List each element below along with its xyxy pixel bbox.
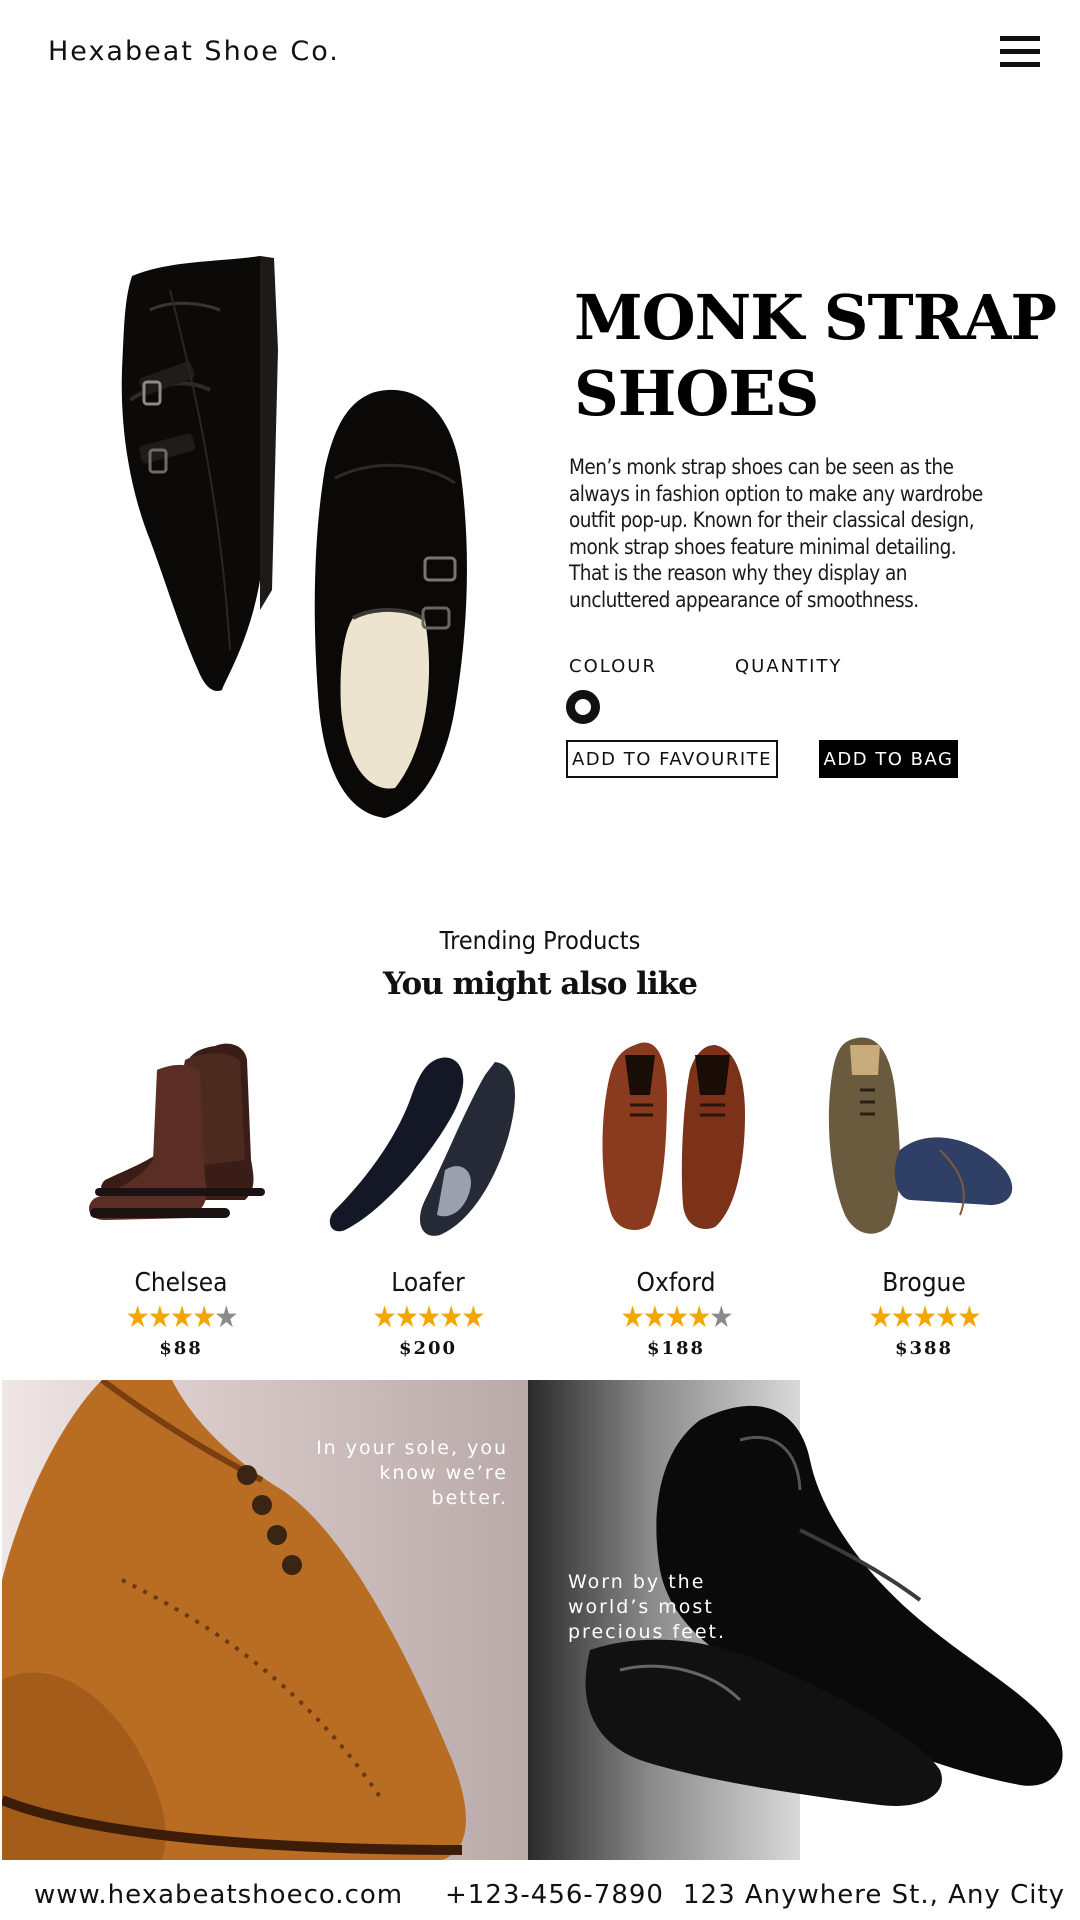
star-icon: ★★★★: [620, 1300, 712, 1335]
footer-website-link[interactable]: www.hexabeatshoeco.com: [34, 1880, 403, 1910]
add-to-favourite-button[interactable]: ADD TO FAVOURITE: [566, 740, 778, 778]
product-title-line-2: SHOES: [574, 357, 819, 430]
product-image-brogue[interactable]: [820, 1030, 1030, 1240]
product-title-line-1: MONK STRAP: [574, 281, 1057, 354]
product-image-chelsea[interactable]: [65, 1040, 305, 1230]
star-icon: ★★★★★: [372, 1300, 486, 1335]
product-image-oxford[interactable]: [595, 1035, 755, 1235]
rating-stars-brogue: ★★★★★: [801, 1300, 1047, 1335]
right-quote-line-3: precious feet.: [568, 1621, 727, 1643]
product-description: Men’s monk strap shoes can be seen as th…: [569, 455, 983, 612]
brand-name[interactable]: Hexabeat Shoe Co.: [48, 36, 340, 67]
star-empty-icon: ★: [214, 1300, 238, 1335]
product-name-brogue[interactable]: Brogue: [813, 1268, 1034, 1298]
footer-address: 123 Anywhere St., Any City: [683, 1880, 1066, 1910]
right-banner-quote: Worn by the world’s most precious feet.: [568, 1570, 726, 1645]
trending-title: You might also like: [383, 966, 698, 1002]
footer-phone[interactable]: +123-456-7890: [445, 1880, 664, 1910]
left-quote-line-2: know we’re: [379, 1462, 508, 1484]
right-quote-line-2: world’s most: [568, 1596, 714, 1618]
add-to-bag-button[interactable]: ADD TO BAG: [819, 740, 958, 778]
product-name-loafer[interactable]: Loafer: [317, 1268, 538, 1298]
right-quote-line-1: Worn by the: [568, 1571, 706, 1593]
left-quote-line-1: In your sole, you: [316, 1437, 508, 1459]
hamburger-icon[interactable]: [1000, 36, 1040, 68]
monk-strap-shoes-image: [121, 256, 467, 818]
product-price-loafer: $200: [398, 1338, 458, 1359]
rating-stars-chelsea: ★★★★★: [58, 1300, 304, 1335]
product-name-oxford[interactable]: Oxford: [565, 1268, 786, 1298]
rating-stars-oxford: ★★★★★: [553, 1300, 799, 1335]
product-price-brogue: $388: [894, 1338, 954, 1359]
star-icon: ★★★★: [125, 1300, 217, 1335]
product-image-loafer[interactable]: [325, 1050, 525, 1240]
star-icon: ★★★★★: [868, 1300, 982, 1335]
left-banner-quote: In your sole, you know we’re better.: [316, 1436, 508, 1511]
product-price-oxford: $188: [646, 1338, 706, 1359]
star-empty-icon: ★: [709, 1300, 733, 1335]
rating-stars-loafer: ★★★★★: [305, 1300, 551, 1335]
quantity-label: QUANTITY: [735, 656, 843, 677]
product-name-chelsea[interactable]: Chelsea: [70, 1268, 291, 1298]
product-price-chelsea: $88: [159, 1338, 203, 1359]
left-quote-line-3: better.: [431, 1487, 508, 1509]
trending-subtitle: Trending Products: [439, 926, 641, 955]
product-title: MONK STRAP SHOES: [574, 280, 1057, 432]
colour-swatch-black[interactable]: [566, 690, 600, 724]
banner-brogue-tan: In your sole, you know we’re better.: [2, 1380, 528, 1860]
colour-label: COLOUR: [569, 656, 657, 677]
